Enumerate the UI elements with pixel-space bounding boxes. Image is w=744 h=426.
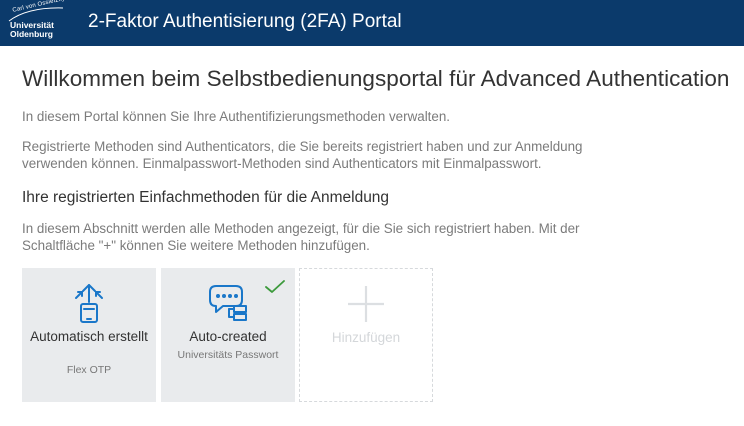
check-icon [265, 280, 285, 293]
intro-text: In diesem Portal können Sie Ihre Authent… [22, 109, 451, 124]
method-type: Universitäts Passwort [177, 349, 279, 361]
method-type: Flex OTP [66, 364, 112, 376]
flex-otp-icon [75, 284, 103, 323]
section-heading: Ihre registrierten Einfachmethoden für d… [22, 189, 390, 206]
logo-text: Universität Oldenburg [10, 21, 54, 39]
university-logo[interactable]: Carl von Ossietzky Universität Oldenburg [6, 0, 66, 41]
password-chat-icon [209, 285, 247, 321]
page-title: Willkommen beim Selbstbedienungsportal f… [22, 66, 730, 91]
method-name: Automatisch erstellt [30, 329, 148, 344]
logo-line-2: Oldenburg [10, 29, 53, 39]
section-text: In diesem Abschnitt werden alle Methoden… [22, 221, 580, 253]
add-method-button[interactable]: Hinzufügen [299, 268, 433, 402]
method-tile-flex-otp[interactable]: Automatisch erstellt Flex OTP [22, 268, 156, 402]
method-tile-password[interactable]: Auto-created Universitäts Passwort [161, 268, 295, 402]
portal-title: 2-Faktor Authentisierung (2FA) Portal [88, 11, 402, 32]
plus-icon [348, 286, 384, 322]
add-method-label: Hinzufügen [331, 330, 401, 345]
method-name: Auto-created [189, 329, 267, 344]
top-header: Carl von Ossietzky Universität Oldenburg… [0, 0, 744, 46]
description-text: Registrierte Methoden sind Authenticator… [22, 139, 583, 171]
